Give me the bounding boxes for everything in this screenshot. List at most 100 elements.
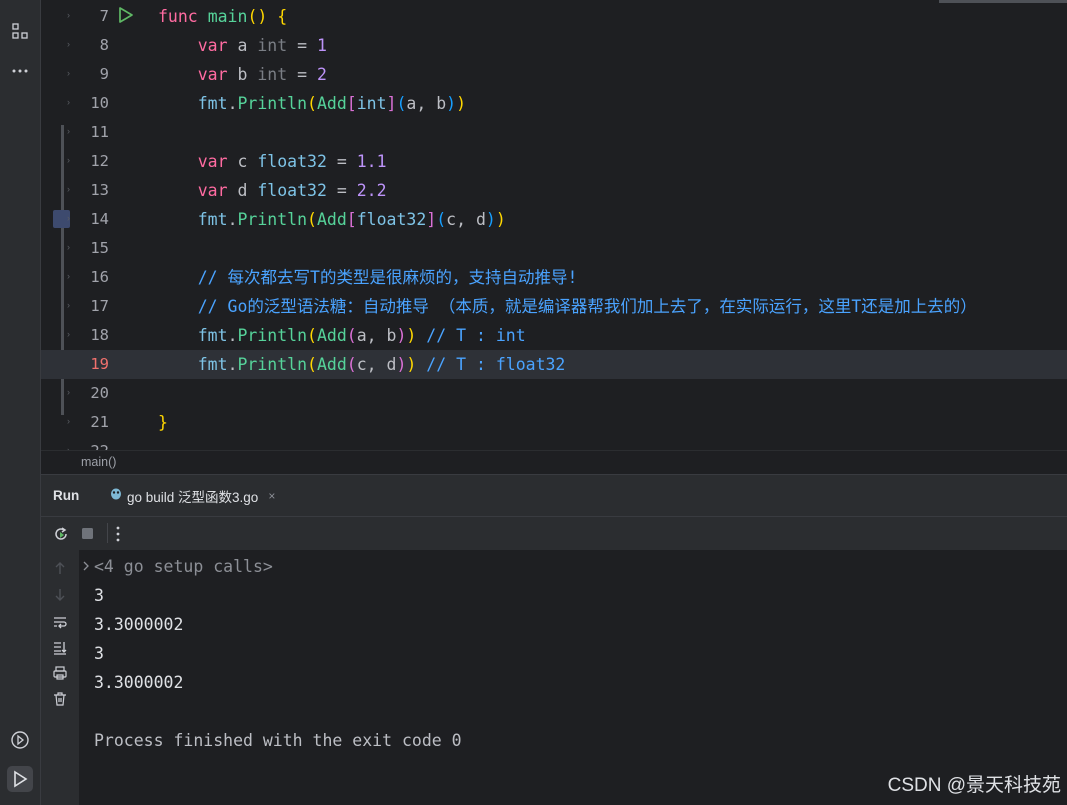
code-line[interactable]: 22 xyxy=(41,437,1067,450)
code-token: ) xyxy=(456,94,467,113)
code-line[interactable]: 19 fmt.Println(Add(c, d)) // T : float32 xyxy=(41,350,1067,379)
code-token: Add xyxy=(316,355,347,374)
line-number[interactable]: 9 xyxy=(71,60,109,89)
code-token: var xyxy=(197,152,228,171)
kebab-menu-icon[interactable] xyxy=(116,526,120,547)
services-icon[interactable] xyxy=(7,727,33,753)
code-line[interactable]: 13 var d float32 = 2.2 xyxy=(41,176,1067,205)
code-line[interactable]: 8 var a int = 1 xyxy=(41,31,1067,60)
code-token: float32 xyxy=(356,210,427,229)
code-token: fmt xyxy=(197,326,228,345)
stop-icon[interactable] xyxy=(81,527,94,545)
down-arrow-icon[interactable] xyxy=(52,587,68,608)
soft-wrap-icon[interactable] xyxy=(52,614,68,635)
code-line[interactable]: 20 xyxy=(41,379,1067,408)
code-line[interactable]: 17 // Go的泛型语法糖：自动推导 （本质，就是编译器帮我们加上去了，在实际… xyxy=(41,292,1067,321)
code-token: Add xyxy=(316,210,347,229)
line-number[interactable]: 14 xyxy=(71,205,109,234)
code-line[interactable]: 9 var b int = 2 xyxy=(41,60,1067,89)
line-number[interactable]: 16 xyxy=(71,263,109,292)
code-token: . xyxy=(227,94,238,113)
code-line[interactable]: 7 func main() { xyxy=(41,2,1067,31)
scroll-to-end-icon[interactable] xyxy=(52,640,68,661)
code-token: [ xyxy=(346,94,357,113)
code-token: . xyxy=(227,210,238,229)
code-token: Println xyxy=(237,210,308,229)
code-token: ) xyxy=(406,326,417,345)
line-number[interactable]: 22 xyxy=(71,437,109,450)
structure-icon[interactable] xyxy=(7,18,33,44)
code-token: var xyxy=(197,181,228,200)
rerun-icon[interactable] xyxy=(52,525,70,548)
code-line[interactable]: 10 fmt.Println(Add[int](a, b)) xyxy=(41,89,1067,118)
run-toolbar xyxy=(41,516,1067,551)
line-number[interactable]: 8 xyxy=(71,31,109,60)
breadcrumb[interactable]: main() xyxy=(81,455,116,469)
code-token: ) xyxy=(396,326,407,345)
line-number[interactable]: 18 xyxy=(71,321,109,350)
code-line[interactable]: 12 var c float32 = 1.1 xyxy=(41,147,1067,176)
line-number[interactable]: 12 xyxy=(71,147,109,176)
run-side-actions xyxy=(41,550,79,805)
code-line[interactable]: 21} xyxy=(41,408,1067,437)
code-token: ) xyxy=(495,210,506,229)
code-token: 2.2 xyxy=(356,181,387,200)
line-number[interactable]: 20 xyxy=(71,379,109,408)
close-tab-icon[interactable]: × xyxy=(268,489,275,503)
run-tool-icon[interactable] xyxy=(7,766,33,792)
print-icon[interactable] xyxy=(52,665,68,686)
up-arrow-icon[interactable] xyxy=(52,560,68,581)
code-token: ( xyxy=(307,355,317,374)
code-token: 1.1 xyxy=(356,152,387,171)
code-text: fmt.Println(Add[int](a, b)) xyxy=(158,89,466,118)
run-gutter-icon[interactable] xyxy=(117,6,135,29)
code-token: = xyxy=(287,65,317,84)
code-line[interactable]: 11 xyxy=(41,118,1067,147)
more-options-icon[interactable] xyxy=(7,58,33,84)
code-token: Println xyxy=(237,326,308,345)
code-editor[interactable]: ›››››››››››››››› 7func main() {8 var a i… xyxy=(41,0,1067,450)
run-config-tab[interactable]: go build 泛型函数3.go × xyxy=(96,475,289,518)
line-number[interactable]: 11 xyxy=(71,118,109,147)
code-token: a, b xyxy=(356,326,397,345)
line-number[interactable]: 7 xyxy=(71,2,109,31)
code-token: = xyxy=(326,181,357,200)
code-token: fmt xyxy=(197,355,228,374)
line-number[interactable]: 17 xyxy=(71,292,109,321)
code-text: var a int = 1 xyxy=(158,31,327,60)
code-token: Println xyxy=(237,94,308,113)
line-number[interactable]: 15 xyxy=(71,234,109,263)
code-token: ( xyxy=(307,326,317,345)
line-number[interactable]: 19 xyxy=(71,350,109,379)
setup-calls-fold[interactable]: <4 go setup calls> xyxy=(94,552,273,581)
code-token: c xyxy=(227,152,258,171)
code-token: d xyxy=(227,181,258,200)
watermark: CSDN @景天科技苑 xyxy=(887,775,1061,796)
run-title: Run xyxy=(53,488,80,503)
code-token: 2 xyxy=(317,65,327,84)
console-output[interactable]: <4 go setup calls> 3 3.3000002 3 3.30000… xyxy=(79,550,1067,805)
code-line[interactable]: 16 // 每次都去写T的类型是很麻烦的，支持自动推导! xyxy=(41,263,1067,292)
line-number[interactable]: 13 xyxy=(71,176,109,205)
code-text: func main() { xyxy=(158,2,287,31)
code-token: ] xyxy=(386,94,397,113)
code-token: func xyxy=(158,7,198,26)
code-token: { xyxy=(277,7,288,26)
line-number[interactable]: 21 xyxy=(71,408,109,437)
code-token: a xyxy=(227,36,258,55)
code-token: ( xyxy=(346,355,357,374)
code-token: Add xyxy=(316,94,347,113)
chevron-right-icon[interactable] xyxy=(82,559,90,577)
code-line[interactable]: 18 fmt.Println(Add(a, b)) // T : int xyxy=(41,321,1067,350)
trash-icon[interactable] xyxy=(52,691,68,712)
code-line[interactable]: 15 xyxy=(41,234,1067,263)
code-line[interactable]: 14 fmt.Println(Add[float32](c, d)) xyxy=(41,205,1067,234)
line-number[interactable]: 10 xyxy=(71,89,109,118)
code-text: // 每次都去写T的类型是很麻烦的，支持自动推导! xyxy=(158,263,578,292)
